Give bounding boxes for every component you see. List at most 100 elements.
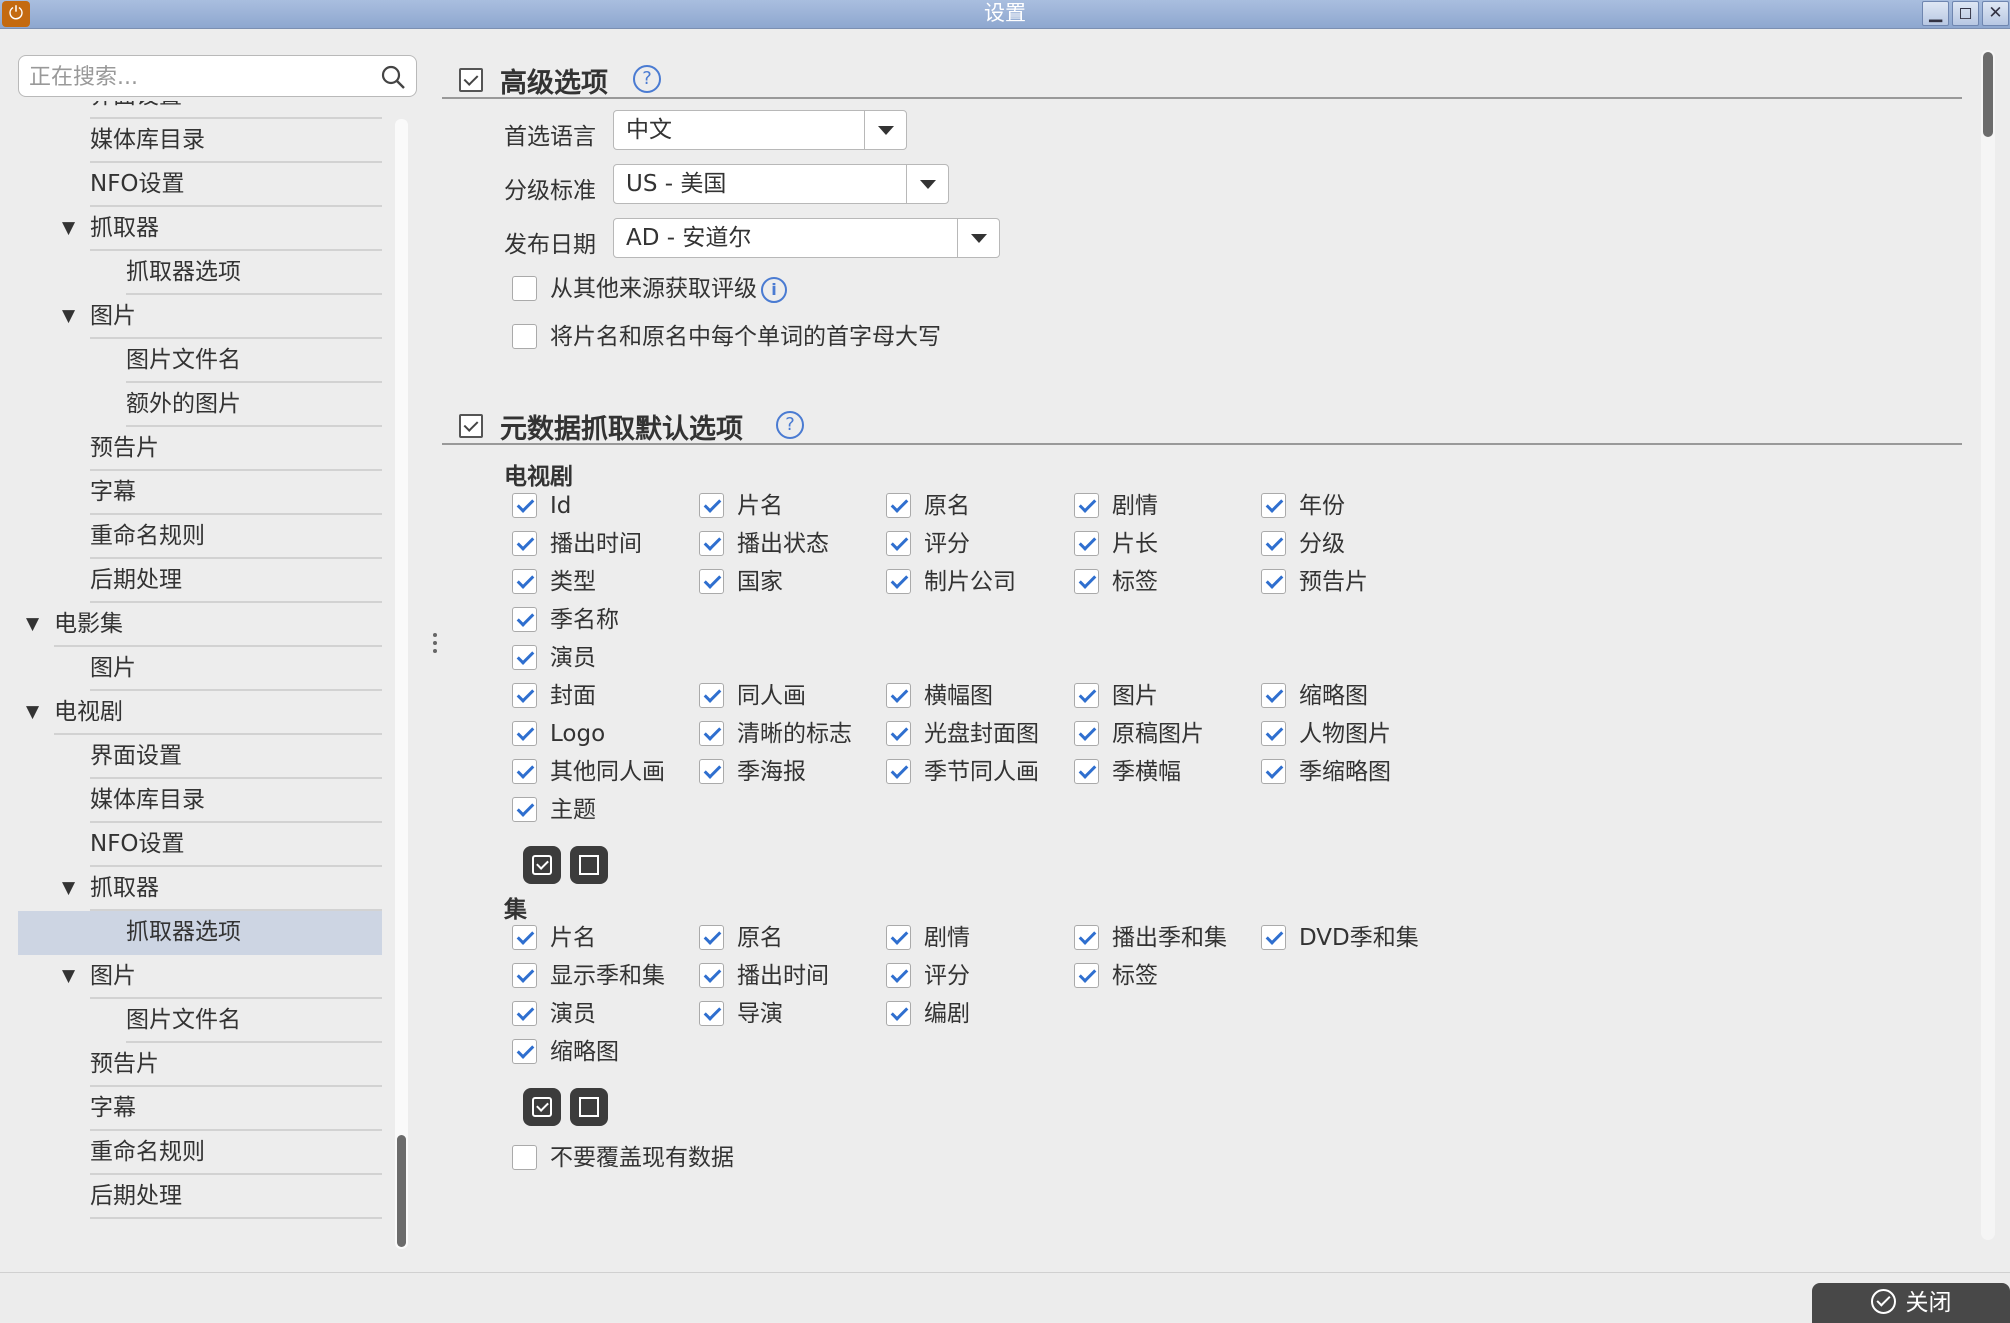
tree-item[interactable]: 重命名规则 <box>90 515 382 559</box>
checkbox-box[interactable] <box>699 925 724 950</box>
metadata-checkbox[interactable]: 其他同人画 <box>512 757 665 787</box>
maximize-button[interactable]: ◻ <box>1952 1 1979 26</box>
metadata-checkbox[interactable]: 季节同人画 <box>886 757 1039 787</box>
checkbox-box[interactable] <box>886 721 911 746</box>
select-all-button[interactable] <box>523 846 561 884</box>
checkbox-box[interactable] <box>699 493 724 518</box>
checkbox-box[interactable] <box>886 1001 911 1026</box>
checkbox-box[interactable] <box>512 645 537 670</box>
splitter-handle[interactable] <box>428 29 442 1249</box>
chevron-down-icon[interactable] <box>906 165 948 203</box>
tree-item[interactable]: 字幕 <box>90 471 382 515</box>
metadata-checkbox[interactable]: 片名 <box>512 923 596 953</box>
tree-item[interactable]: ▼ 抓取器 <box>62 207 382 251</box>
checkbox-box[interactable] <box>886 683 911 708</box>
tree-item[interactable]: 界面设置 <box>90 735 382 779</box>
metadata-checkbox[interactable]: 原名 <box>886 491 970 521</box>
deselect-all-button[interactable] <box>570 846 608 884</box>
metadata-checkbox[interactable]: Logo <box>512 719 605 749</box>
tree-item[interactable]: 后期处理 <box>90 559 382 603</box>
checkbox-box[interactable] <box>1074 569 1099 594</box>
metadata-checkbox[interactable]: 片名 <box>699 491 783 521</box>
checkbox-box[interactable] <box>699 569 724 594</box>
capitalize-checkbox[interactable]: 将片名和原名中每个单词的首字母大写 <box>512 322 941 352</box>
checkbox-box[interactable] <box>512 531 537 556</box>
minimize-button[interactable]: ▁ <box>1922 1 1949 26</box>
search-box[interactable] <box>18 55 417 97</box>
tree-item[interactable]: 媒体库目录 <box>90 119 382 163</box>
tree-item[interactable]: 重命名规则 <box>90 1131 382 1175</box>
metadata-checkbox[interactable]: 季名称 <box>512 605 619 635</box>
info-icon[interactable]: i <box>761 276 787 303</box>
tree-item[interactable]: 媒体库目录 <box>90 779 382 823</box>
checkbox-box[interactable] <box>699 963 724 988</box>
chevron-down-icon[interactable] <box>957 219 999 257</box>
metadata-checkbox[interactable]: 季缩略图 <box>1261 757 1391 787</box>
tree-item[interactable]: 后期处理 <box>90 1175 382 1219</box>
checkbox-box[interactable] <box>512 683 537 708</box>
metadata-checkbox[interactable]: 季海报 <box>699 757 806 787</box>
metadata-section-toggle[interactable] <box>459 414 483 438</box>
checkbox-box[interactable] <box>512 925 537 950</box>
checkbox-box[interactable] <box>512 1039 537 1064</box>
metadata-checkbox[interactable]: 缩略图 <box>1261 681 1368 711</box>
metadata-checkbox[interactable]: 演员 <box>512 643 596 673</box>
metadata-checkbox[interactable]: 播出时间 <box>512 529 642 559</box>
metadata-help-icon[interactable]: ? <box>776 411 804 439</box>
metadata-checkbox[interactable]: 播出时间 <box>699 961 829 991</box>
tree-item[interactable]: 额外的图片 <box>126 383 382 427</box>
metadata-checkbox[interactable]: 显示季和集 <box>512 961 665 991</box>
tree-item[interactable]: 字幕 <box>90 1087 382 1131</box>
checkbox-box[interactable] <box>1074 683 1099 708</box>
close-window-button[interactable]: ✕ <box>1982 1 2009 26</box>
tree-item[interactable]: 预告片 <box>90 1043 382 1087</box>
metadata-checkbox[interactable]: 封面 <box>512 681 596 711</box>
metadata-checkbox[interactable]: 标签 <box>1074 567 1158 597</box>
tree-item[interactable]: NFO设置 <box>90 163 382 207</box>
checkbox-box[interactable] <box>512 569 537 594</box>
advanced-help-icon[interactable]: ? <box>633 65 661 93</box>
checkbox-box[interactable] <box>512 963 537 988</box>
checkbox-box[interactable] <box>1261 759 1286 784</box>
checkbox-box[interactable] <box>1261 531 1286 556</box>
checkbox-box[interactable] <box>1261 925 1286 950</box>
checkbox-box[interactable] <box>886 493 911 518</box>
metadata-checkbox[interactable]: 缩略图 <box>512 1037 619 1067</box>
chevron-down-icon[interactable] <box>864 111 906 149</box>
tree-item[interactable]: 预告片 <box>90 427 382 471</box>
expand-arrow-icon[interactable]: ▼ <box>62 867 75 909</box>
rating-country-select[interactable]: US - 美国 <box>613 164 949 204</box>
metadata-checkbox[interactable]: 播出状态 <box>699 529 829 559</box>
release-date-select[interactable]: AD - 安道尔 <box>613 218 1000 258</box>
metadata-checkbox[interactable]: 原名 <box>699 923 783 953</box>
metadata-checkbox[interactable]: 播出季和集 <box>1074 923 1227 953</box>
metadata-checkbox[interactable]: 光盘封面图 <box>886 719 1039 749</box>
checkbox-box[interactable] <box>512 276 537 301</box>
tree-item[interactable]: ▼ 图片 <box>62 295 382 339</box>
checkbox-box[interactable] <box>699 683 724 708</box>
metadata-checkbox[interactable]: 导演 <box>699 999 783 1029</box>
metadata-checkbox[interactable]: 剧情 <box>1074 491 1158 521</box>
checkbox-box[interactable] <box>1074 759 1099 784</box>
metadata-checkbox[interactable]: 图片 <box>1074 681 1158 711</box>
checkbox-box[interactable] <box>512 1145 537 1170</box>
metadata-checkbox[interactable]: 分级 <box>1261 529 1345 559</box>
checkbox-box[interactable] <box>1261 683 1286 708</box>
metadata-checkbox[interactable]: 同人画 <box>699 681 806 711</box>
close-button[interactable]: 关闭 <box>1812 1283 2010 1323</box>
tree-item[interactable]: 抓取器选项 <box>126 251 382 295</box>
checkbox-box[interactable] <box>512 721 537 746</box>
metadata-checkbox[interactable]: 演员 <box>512 999 596 1029</box>
other-sources-checkbox[interactable]: 从其他来源获取评级 i <box>512 274 787 304</box>
deselect-all-button[interactable] <box>570 1088 608 1126</box>
main-scrollbar-thumb[interactable] <box>1983 52 1993 137</box>
main-scrollbar[interactable] <box>1981 50 1995 1240</box>
checkbox-box[interactable] <box>1074 493 1099 518</box>
expand-arrow-icon[interactable]: ▼ <box>26 603 39 645</box>
metadata-checkbox[interactable]: DVD季和集 <box>1261 923 1419 953</box>
metadata-checkbox[interactable]: 评分 <box>886 961 970 991</box>
tree-item[interactable]: ▼ 电影集 <box>26 603 382 647</box>
checkbox-box[interactable] <box>512 797 537 822</box>
search-input[interactable] <box>29 63 369 91</box>
checkbox-box[interactable] <box>699 531 724 556</box>
